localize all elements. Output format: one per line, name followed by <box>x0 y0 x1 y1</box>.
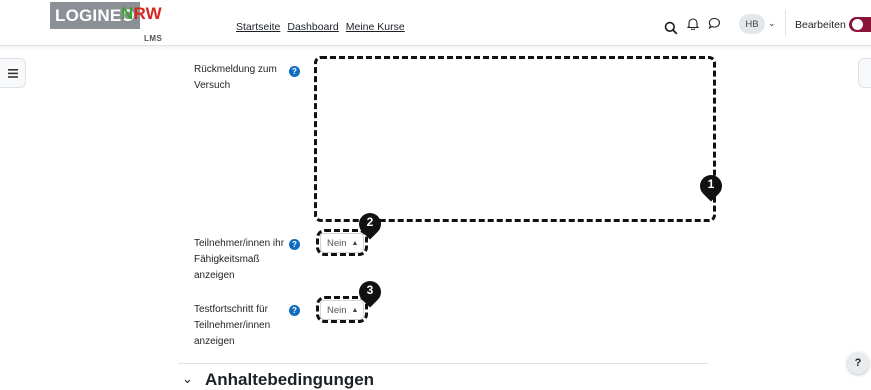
chat-icon[interactable] <box>708 17 721 30</box>
section-title[interactable]: Anhaltebedingungen <box>205 370 374 390</box>
help-icon[interactable]: ? <box>289 305 300 316</box>
logineo-logo[interactable]: LOGINEO NRW LMS <box>50 2 170 43</box>
nav-link-meine-kurse[interactable]: Meine Kurse <box>346 21 405 33</box>
primary-nav: Startseite Dashboard Meine Kurse <box>236 21 405 33</box>
chevron-down-icon[interactable]: ⌄ <box>768 18 776 29</box>
logo-nrw-rw: RW <box>133 4 162 23</box>
feedback-label: Rückmeldung zum Versuch <box>194 64 277 91</box>
ability-select[interactable]: Nein ▲︎ <box>320 233 364 253</box>
feedback-editor[interactable] <box>316 58 714 220</box>
help-icon[interactable]: ? <box>289 66 300 77</box>
list-icon <box>7 68 18 78</box>
search-icon[interactable] <box>664 18 678 38</box>
edit-mode-label: Bearbeiten <box>795 19 846 31</box>
chevron-down-icon[interactable]: ⌄ <box>182 371 193 387</box>
top-navbar: LOGINEO NRW LMS Startseite Dashboard Mei… <box>0 0 871 46</box>
select-caret-icon: ▲︎ <box>351 239 359 247</box>
ability-select-value: Nein <box>327 237 347 249</box>
course-index-toggle[interactable] <box>0 58 26 88</box>
help-button[interactable]: ? <box>847 352 869 374</box>
select-caret-icon: ▲︎ <box>351 306 359 314</box>
nav-link-dashboard[interactable]: Dashboard <box>287 21 338 33</box>
user-avatar[interactable]: HB <box>739 14 765 34</box>
logo-nrw: NRW <box>121 4 162 24</box>
nav-link-startseite[interactable]: Startseite <box>236 21 280 33</box>
logo-lms: LMS <box>144 34 163 43</box>
toggle-knob <box>852 19 863 30</box>
progress-label: Testfortschritt für Teilnehmer/innen anz… <box>194 304 271 347</box>
bell-icon[interactable] <box>687 17 699 30</box>
marker-1: 1 <box>695 170 727 203</box>
logo-nrw-n: N <box>121 4 134 23</box>
help-icon[interactable]: ? <box>289 239 300 250</box>
ability-label: Teilnehmer/innen ihr Fähigkeitsmaß anzei… <box>194 238 285 281</box>
section-divider <box>178 363 708 364</box>
marker-3: 3 <box>354 276 386 309</box>
navbar-divider <box>785 10 786 36</box>
progress-select[interactable]: Nein ▲︎ <box>320 300 364 320</box>
marker-2: 2 <box>354 208 386 241</box>
progress-select-value: Nein <box>327 304 347 316</box>
block-drawer-toggle[interactable] <box>858 58 871 88</box>
